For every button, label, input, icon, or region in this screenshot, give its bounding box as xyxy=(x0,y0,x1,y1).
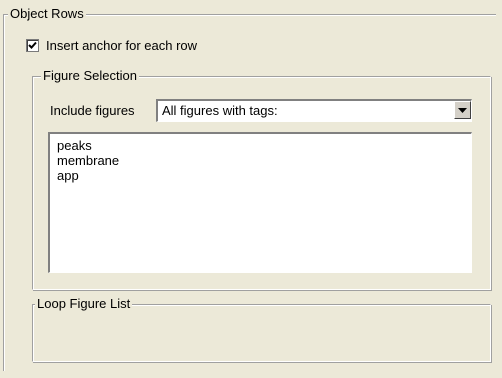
list-item[interactable]: membrane xyxy=(57,153,471,168)
object-rows-legend: Object Rows xyxy=(8,6,86,21)
dropdown-arrow-icon xyxy=(458,108,467,113)
insert-anchor-label[interactable]: Insert anchor for each row xyxy=(46,38,197,53)
check-icon xyxy=(28,41,37,49)
loop-figure-list-group: Loop Figure List xyxy=(32,296,491,362)
list-item[interactable]: app xyxy=(57,168,471,183)
include-figures-label: Include figures xyxy=(50,103,135,118)
loop-figure-list-legend: Loop Figure List xyxy=(35,296,133,311)
list-item[interactable]: peaks xyxy=(57,138,471,153)
options-panel: Object Rows Insert anchor for each row F… xyxy=(0,0,502,378)
tags-listbox[interactable]: peaks membrane app xyxy=(48,132,472,273)
dropdown-button[interactable] xyxy=(454,101,471,119)
include-figures-value: All figures with tags: xyxy=(162,103,278,118)
insert-anchor-checkbox[interactable] xyxy=(26,39,39,52)
include-figures-select[interactable]: All figures with tags: xyxy=(156,99,472,122)
figure-selection-legend: Figure Selection xyxy=(41,68,139,83)
